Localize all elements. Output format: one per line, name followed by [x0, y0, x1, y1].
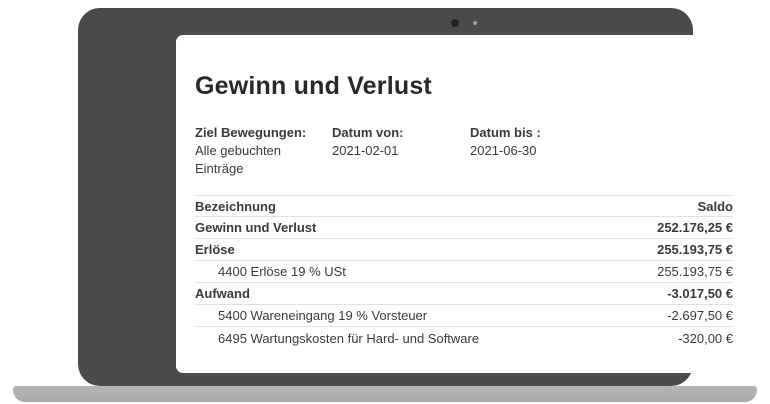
laptop-frame: Gewinn und Verlust Ziel Bewegungen: Alle…: [78, 8, 693, 386]
filter-value: 2021-02-01: [332, 142, 470, 160]
report-filters: Ziel Bewegungen: Alle gebuchten Einträge…: [195, 124, 733, 178]
row-saldo: -2.697,50 €: [667, 308, 733, 323]
report-table: Bezeichnung Saldo Gewinn und Verlust 252…: [195, 195, 733, 349]
page-title: Gewinn und Verlust: [195, 71, 733, 101]
row-name: 6495 Wartungskosten für Hard- und Softwa…: [195, 331, 479, 346]
table-row: 6495 Wartungskosten für Hard- und Softwa…: [195, 327, 733, 349]
filter-value: Alle gebuchten Einträge: [195, 142, 332, 178]
column-header-saldo: Saldo: [698, 199, 733, 214]
filter-label: Ziel Bewegungen:: [195, 124, 332, 142]
row-name: 5400 Wareneingang 19 % Vorsteuer: [195, 308, 427, 323]
row-saldo: 252.176,25 €: [657, 220, 733, 235]
filter-date-to: Datum bis : 2021-06-30: [470, 124, 541, 178]
column-header-bezeichnung: Bezeichnung: [195, 199, 276, 214]
row-name: Aufwand: [195, 286, 250, 301]
laptop-base: [13, 386, 757, 402]
laptop-screen: Gewinn und Verlust Ziel Bewegungen: Alle…: [176, 35, 752, 373]
row-name: Gewinn und Verlust: [195, 220, 316, 235]
table-row: Aufwand -3.017,50 €: [195, 283, 733, 305]
table-row: 5400 Wareneingang 19 % Vorsteuer -2.697,…: [195, 305, 733, 327]
row-saldo: -320,00 €: [678, 331, 733, 346]
table-row: 4400 Erlöse 19 % USt 255.193,75 €: [195, 261, 733, 283]
webcam-icon: [451, 19, 459, 27]
filter-label: Datum bis :: [470, 124, 541, 142]
filter-date-from: Datum von: 2021-02-01: [332, 124, 470, 178]
row-saldo: 255.193,75 €: [657, 264, 733, 279]
filter-value: 2021-06-30: [470, 142, 541, 160]
row-saldo: 255.193,75 €: [657, 242, 733, 257]
table-row: Gewinn und Verlust 252.176,25 €: [195, 217, 733, 239]
table-row: Erlöse 255.193,75 €: [195, 239, 733, 261]
row-name: 4400 Erlöse 19 % USt: [195, 264, 346, 279]
row-name: Erlöse: [195, 242, 235, 257]
row-saldo: -3.017,50 €: [667, 286, 733, 301]
webcam-indicator-icon: [473, 21, 477, 25]
table-header-row: Bezeichnung Saldo: [195, 195, 733, 217]
report-table-body: Gewinn und Verlust 252.176,25 € Erlöse 2…: [195, 217, 733, 349]
filter-label: Datum von:: [332, 124, 470, 142]
filter-target-movements: Ziel Bewegungen: Alle gebuchten Einträge: [195, 124, 332, 178]
